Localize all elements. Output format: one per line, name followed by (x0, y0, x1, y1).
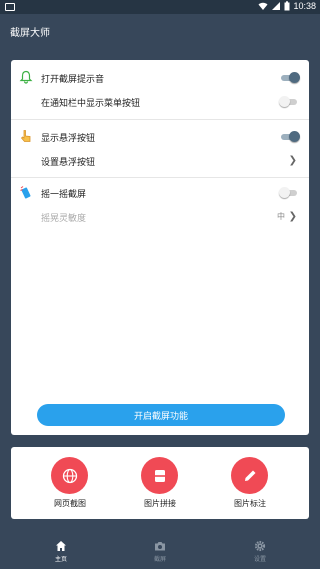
shake-toggle-switch[interactable] (279, 187, 299, 199)
tool-label: 图片标注 (234, 499, 266, 508)
nav-home[interactable]: 主页 (31, 540, 91, 568)
wifi-icon (258, 2, 268, 10)
pencil-icon (231, 457, 268, 494)
tool-label: 图片拼接 (144, 499, 176, 508)
nav-label: 截屏 (153, 556, 166, 563)
tool-webpage-screenshot[interactable]: 网页截图 (40, 457, 100, 513)
tool-label: 网页截图 (54, 499, 86, 508)
settings-card: 打开截屏提示音 在通知栏中显示菜单按钮 显示悬浮按钮 设置悬浮按钮 ❯ 摇一摇截… (11, 60, 309, 435)
tool-image-stitch[interactable]: 图片拼接 (130, 457, 190, 513)
start-screenshot-button[interactable]: 开启截屏功能 (37, 404, 285, 426)
status-icons: 10:38 (258, 1, 316, 11)
nav-settings[interactable]: 设置 (230, 540, 290, 568)
row-label: 打开截屏提示音 (41, 75, 105, 85)
shake-phone-icon (20, 186, 31, 199)
row-label: 显示悬浮按钮 (41, 134, 96, 144)
hand-pointer-icon (20, 130, 31, 142)
row-notification-menu-toggle[interactable]: 在通知栏中显示菜单按钮 (11, 90, 309, 114)
nav-label: 主页 (54, 556, 67, 563)
bottom-nav: 主页 截屏 设置 (0, 536, 320, 569)
home-icon (56, 541, 66, 551)
bell-icon (19, 70, 33, 84)
sound-toggle-switch[interactable] (279, 72, 300, 84)
app-title: 截屏大师 (10, 28, 50, 39)
row-sound-toggle[interactable]: 打开截屏提示音 (11, 66, 309, 90)
camera-icon (155, 542, 165, 551)
chevron-right-icon: ❯ (288, 211, 297, 222)
row-shake-toggle[interactable]: 摇一摇截屏 (11, 181, 309, 205)
row-label: 设置悬浮按钮 (41, 158, 96, 168)
status-bar: 10:38 (0, 0, 320, 14)
section-divider (11, 177, 309, 178)
cell-signal-icon (272, 2, 281, 10)
row-label: 摇一摇截屏 (41, 190, 87, 200)
tool-image-annotate[interactable]: 图片标注 (220, 457, 280, 513)
section-divider (11, 119, 309, 120)
tools-card: 网页截图 图片拼接 图片标注 (11, 447, 309, 519)
app-bar: 截屏大师 (0, 14, 320, 46)
gear-icon (254, 540, 266, 552)
chevron-right-icon: ❯ (288, 155, 297, 166)
floating-button-toggle-switch[interactable] (279, 131, 300, 143)
battery-icon (284, 1, 290, 11)
notification-menu-toggle-switch[interactable] (279, 96, 299, 108)
nav-screenshot[interactable]: 截屏 (130, 540, 190, 568)
row-floating-button-toggle[interactable]: 显示悬浮按钮 (11, 125, 309, 149)
nav-label: 设置 (253, 556, 266, 563)
globe-icon (51, 457, 88, 494)
screenshot-notification-icon (5, 3, 15, 11)
row-floating-button-settings[interactable]: 设置悬浮按钮 ❯ (11, 149, 309, 173)
stitch-icon (141, 457, 178, 494)
row-shake-sensitivity[interactable]: 摇晃灵敏度 中 ❯ (11, 205, 309, 229)
sensitivity-value: 中 (277, 212, 285, 221)
row-label: 摇晃灵敏度 (41, 214, 87, 224)
row-label: 在通知栏中显示菜单按钮 (41, 99, 141, 109)
status-time: 10:38 (293, 1, 316, 11)
